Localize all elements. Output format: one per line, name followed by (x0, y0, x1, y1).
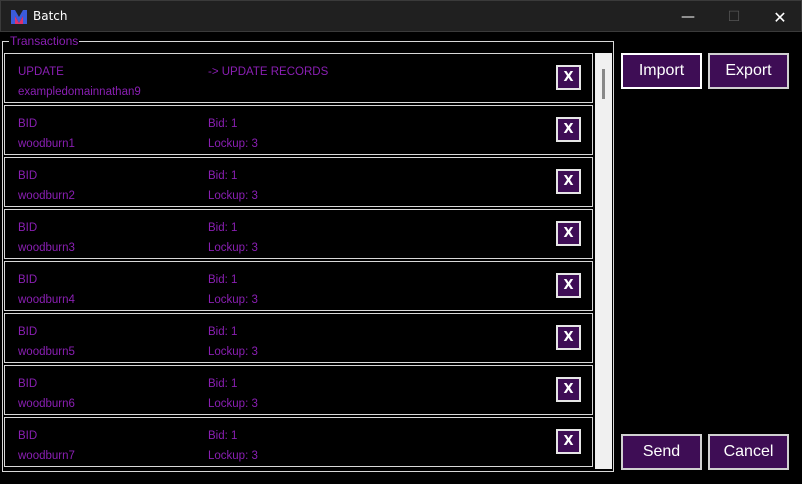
transaction-detail-2: Lockup: 3 (208, 450, 258, 462)
transaction-detail-2: Lockup: 3 (208, 346, 258, 358)
remove-transaction-button[interactable]: X (556, 221, 581, 246)
transactions-group-label: Transactions (9, 34, 80, 48)
transaction-type: BID (18, 118, 38, 130)
transaction-row[interactable]: BID woodburn5 Bid: 1 Lockup: 3 X (4, 313, 593, 363)
remove-transaction-button[interactable]: X (556, 325, 581, 350)
transaction-detail-1: Bid: 1 (208, 170, 238, 182)
scrollbar-thumb[interactable] (602, 69, 605, 99)
import-button[interactable]: Import (621, 53, 702, 89)
transaction-name: exampledomainnathan9 (18, 86, 141, 98)
transaction-detail-2: Lockup: 3 (208, 242, 258, 254)
transaction-type: BID (18, 326, 38, 338)
transaction-row[interactable]: BID woodburn2 Bid: 1 Lockup: 3 X (4, 157, 593, 207)
minimize-button[interactable]: — (665, 1, 711, 33)
transaction-name: woodburn2 (18, 190, 75, 202)
transaction-detail-2: Lockup: 3 (208, 294, 258, 306)
transaction-name: woodburn6 (18, 398, 75, 410)
window-title: Batch (33, 9, 68, 23)
transaction-detail-1: Bid: 1 (208, 222, 238, 234)
transaction-detail-2: Lockup: 3 (208, 398, 258, 410)
maximize-button[interactable]: ☐ (711, 1, 757, 33)
transaction-type: BID (18, 170, 38, 182)
remove-transaction-button[interactable]: X (556, 65, 581, 90)
transaction-row[interactable]: UPDATE exampledomainnathan9 -> UPDATE RECO… (4, 53, 593, 103)
transaction-row[interactable]: BID woodburn3 Bid: 1 Lockup: 3 X (4, 209, 593, 259)
transaction-row[interactable]: BID woodburn6 Bid: 1 Lockup: 3 X (4, 365, 593, 415)
vertical-scrollbar[interactable] (595, 53, 612, 469)
transaction-type: UPDATE (18, 66, 64, 78)
cancel-button[interactable]: Cancel (708, 434, 789, 470)
title-bar: Batch — ☐ ✕ (0, 0, 802, 32)
transaction-row[interactable]: BID woodburn7 Bid: 1 Lockup: 3 X (4, 417, 593, 467)
transaction-type: BID (18, 378, 38, 390)
transaction-name: woodburn5 (18, 346, 75, 358)
transaction-type: BID (18, 274, 38, 286)
transaction-type: BID (18, 222, 38, 234)
transaction-name: woodburn4 (18, 294, 75, 306)
transaction-type: BID (18, 430, 38, 442)
app-logo-icon (11, 10, 27, 24)
transaction-detail-1: Bid: 1 (208, 118, 238, 130)
transaction-detail-2: Lockup: 3 (208, 138, 258, 150)
transaction-row[interactable]: BID woodburn1 Bid: 1 Lockup: 3 X (4, 105, 593, 155)
remove-transaction-button[interactable]: X (556, 273, 581, 298)
transaction-detail-1: -> UPDATE RECORDS (208, 66, 329, 78)
transaction-detail-2: Lockup: 3 (208, 190, 258, 202)
send-button[interactable]: Send (621, 434, 702, 470)
transaction-name: woodburn3 (18, 242, 75, 254)
export-button[interactable]: Export (708, 53, 789, 89)
transactions-list[interactable]: UPDATE exampledomainnathan9 -> UPDATE RECO… (4, 53, 593, 469)
remove-transaction-button[interactable]: X (556, 429, 581, 454)
close-button[interactable]: ✕ (757, 1, 802, 33)
transaction-detail-1: Bid: 1 (208, 326, 238, 338)
remove-transaction-button[interactable]: X (556, 377, 581, 402)
remove-transaction-button[interactable]: X (556, 117, 581, 142)
remove-transaction-button[interactable]: X (556, 169, 581, 194)
transaction-detail-1: Bid: 1 (208, 378, 238, 390)
transaction-row[interactable]: BID woodburn4 Bid: 1 Lockup: 3 X (4, 261, 593, 311)
transaction-name: woodburn7 (18, 450, 75, 462)
transaction-name: woodburn1 (18, 138, 75, 150)
transaction-detail-1: Bid: 1 (208, 274, 238, 286)
transaction-detail-1: Bid: 1 (208, 430, 238, 442)
